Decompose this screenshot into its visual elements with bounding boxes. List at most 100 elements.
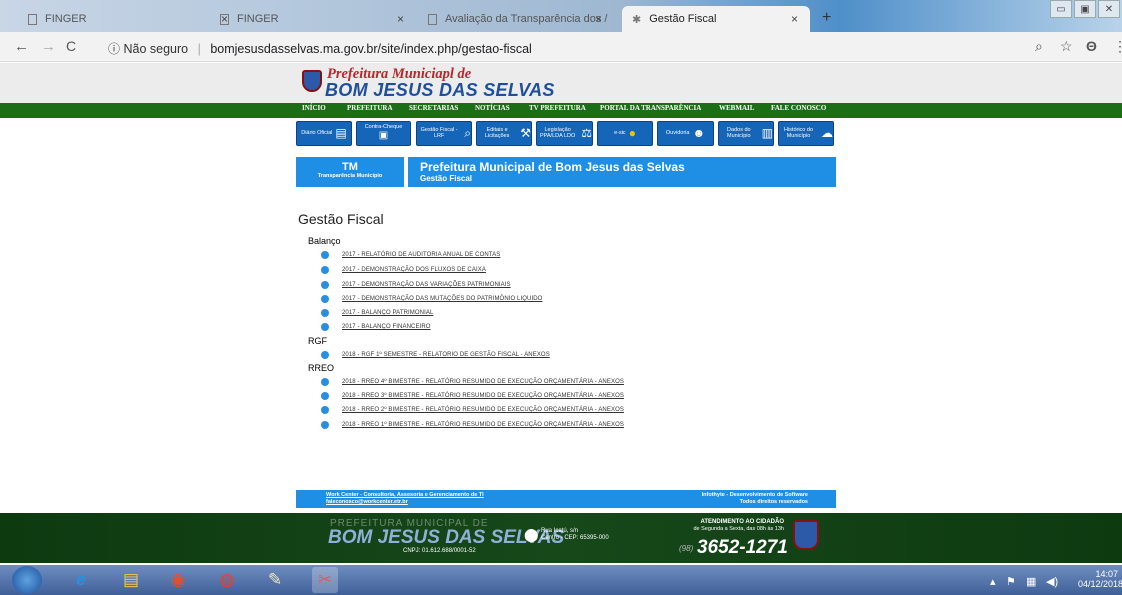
back-icon[interactable]: ← xyxy=(14,38,29,55)
footer-attendance-hours: de Segunda a Sexta, das 08h às 13h xyxy=(693,526,784,532)
list-item[interactable]: 2017 - DEMONSTRAÇÃO DAS MUTAÇÕES DO PATR… xyxy=(321,294,542,304)
list-item[interactable]: 2018 - RREO 4º BIMESTRE - RELATÓRIO RESU… xyxy=(321,377,624,387)
paint-icon[interactable]: ✎ xyxy=(262,567,288,593)
menu-icon[interactable]: ⋮ xyxy=(1113,38,1122,55)
volume-icon[interactable]: ◀) xyxy=(1046,575,1058,588)
clock[interactable]: 14:07 04/12/2018 xyxy=(1078,569,1122,589)
list-item[interactable]: 2017 - DEMONSTRAÇÃO DAS VARIAÇÕES PATRIM… xyxy=(321,280,511,290)
address-bar[interactable]: ⓘ Não seguro | bomjesusdasselvas.ma.gov.… xyxy=(108,40,532,57)
document-link[interactable]: 2018 - RREO 4º BIMESTRE - RELATÓRIO RESU… xyxy=(342,379,624,385)
flag-icon[interactable]: ⚑ xyxy=(1006,575,1016,588)
quick-link-label: Editais e Licitações xyxy=(484,126,510,139)
footer-company-link[interactable]: Work Center - Consultoria, Assesoria e G… xyxy=(326,492,484,498)
network-icon[interactable]: ▦ xyxy=(1026,575,1036,588)
menu-tv-prefeitura[interactable]: TV PREFEITURA xyxy=(529,104,586,112)
quick-link-diario-oficial[interactable]: Diário Oficial ▤ xyxy=(296,121,352,146)
profile-icon[interactable]: Θ xyxy=(1086,38,1097,54)
list-item[interactable]: 2018 - RREO 1º BIMESTRE - RELATÓRIO RESU… xyxy=(321,420,624,430)
quick-link-esic[interactable]: e-sic ● xyxy=(597,121,653,146)
site-logo-line2[interactable]: BOM JESUS DAS SELVAS xyxy=(325,80,555,101)
security-label: Não seguro xyxy=(123,42,189,56)
transparency-logo[interactable]: TM Transparência Município xyxy=(296,157,404,187)
reload-icon[interactable]: C xyxy=(66,38,76,54)
quick-link-ouvidoria[interactable]: Ouvidoria ☻ xyxy=(657,121,714,146)
footer-phone-area: (98) xyxy=(679,544,694,553)
quick-link-legislacao[interactable]: Legislação PPA/LDA LDO ⚖ xyxy=(536,121,593,146)
file-explorer-icon[interactable]: ▤ xyxy=(118,567,144,593)
menu-portal-transparencia[interactable]: PORTAL DA TRANSPARÊNCIA xyxy=(600,104,701,112)
minimize-icon[interactable]: ▭ xyxy=(1050,0,1072,18)
quick-link-contra-cheque[interactable]: Contra-Cheque ▣ xyxy=(356,121,411,146)
close-window-icon[interactable]: ✕ xyxy=(1098,0,1120,18)
info-icon[interactable]: ⓘ xyxy=(108,42,120,56)
browser-tab-1[interactable]: FINGER × xyxy=(18,6,240,32)
search-doc-icon: ⌕ xyxy=(464,126,471,141)
quick-link-label: Histórico do Município xyxy=(783,126,814,139)
list-item[interactable]: 2017 - RELATÓRIO DE AUDITORIA ANUAL DE C… xyxy=(321,250,500,260)
menu-noticias[interactable]: NOTÍCIAS xyxy=(475,104,510,112)
new-tab-button[interactable]: + xyxy=(822,9,831,27)
section-title-balanco: Balanço xyxy=(308,236,341,246)
chat-icon: ☁ xyxy=(821,126,833,141)
close-tab-icon[interactable]: × xyxy=(397,12,404,26)
info-icon: ● xyxy=(628,126,636,141)
document-link[interactable]: 2017 - RELATÓRIO DE AUDITORIA ANUAL DE C… xyxy=(342,252,500,258)
browser-tab-2[interactable]: FINGER × xyxy=(210,6,416,32)
menu-inicio[interactable]: INÍCIO xyxy=(302,104,326,112)
quick-link-editais[interactable]: Editais e Licitações ⚒ xyxy=(476,121,532,146)
document-link[interactable]: 2017 - BALANÇO PATRIMONIAL xyxy=(342,310,433,316)
close-tab-icon[interactable]: × xyxy=(791,12,798,26)
document-icon xyxy=(428,13,437,25)
tray-expand-icon[interactable]: ▴ xyxy=(990,575,996,588)
menu-webmail[interactable]: WEBMAIL xyxy=(719,104,754,112)
section-title-rreo: RREO xyxy=(308,363,335,373)
quick-link-historico[interactable]: Histórico do Município ☁ xyxy=(778,121,834,146)
document-link[interactable]: 2018 - RREO 3º BIMESTRE - RELATÓRIO RESU… xyxy=(342,393,624,399)
list-item[interactable]: 2017 - DEMONSTRAÇÃO DOS FLUXOS DE CAIXA xyxy=(321,265,486,275)
list-item[interactable]: 2018 - RREO 2º BIMESTRE - RELATÓRIO RESU… xyxy=(321,405,624,415)
tab-title: FINGER xyxy=(237,13,279,25)
download-icon xyxy=(321,323,329,331)
browser-tab-3[interactable]: Avaliação da Transparência dos / × xyxy=(418,6,614,32)
internet-explorer-icon[interactable]: e xyxy=(68,567,94,593)
download-icon xyxy=(321,309,329,317)
document-icon xyxy=(220,13,229,25)
menu-prefeitura[interactable]: PREFEITURA xyxy=(347,104,393,112)
download-icon xyxy=(321,251,329,259)
download-icon xyxy=(321,378,329,386)
quick-link-dados-municipio[interactable]: Dados do Município ▥ xyxy=(718,121,774,146)
list-item[interactable]: 2018 - RGF 1º SEMESTRE - RELATORIO DE GE… xyxy=(321,350,550,360)
forward-icon[interactable]: → xyxy=(41,38,56,55)
list-item[interactable]: 2017 - BALANÇO PATRIMONIAL xyxy=(321,308,433,318)
download-icon xyxy=(321,351,329,359)
download-icon xyxy=(321,266,329,274)
snipping-tool-icon[interactable]: ✂ xyxy=(312,567,338,593)
bookmark-star-icon[interactable]: ☆ xyxy=(1060,38,1073,55)
document-link[interactable]: 2017 - DEMONSTRAÇÃO DOS FLUXOS DE CAIXA xyxy=(342,267,486,273)
footer-attendance-title: ATENDIMENTO AO CIDADÃO xyxy=(700,519,784,525)
clock-time: 14:07 xyxy=(1095,569,1118,579)
document-link[interactable]: 2017 - BALANÇO FINANCEIRO xyxy=(342,324,431,330)
document-link[interactable]: 2017 - DEMONSTRAÇÃO DAS VARIAÇÕES PATRIM… xyxy=(342,282,511,288)
maximize-icon[interactable]: ▣ xyxy=(1074,0,1096,18)
document-link[interactable]: 2018 - RREO 1º BIMESTRE - RELATÓRIO RESU… xyxy=(342,422,624,428)
footer-email-link[interactable]: faleconosco@workcenter.etr.br xyxy=(326,499,408,505)
list-item[interactable]: 2017 - BALANÇO FINANCEIRO xyxy=(321,322,431,332)
tm-subtitle: Transparência Município xyxy=(317,173,383,179)
money-icon: ▣ xyxy=(378,130,389,142)
menu-fale-conosco[interactable]: FALE CONOSCO xyxy=(771,104,826,112)
zoom-icon[interactable]: ⌕ xyxy=(1035,38,1043,55)
document-link[interactable]: 2018 - RREO 2º BIMESTRE - RELATÓRIO RESU… xyxy=(342,407,624,413)
chrome-icon[interactable]: ◍ xyxy=(214,567,240,593)
browser-tab-active[interactable]: ✱ Gestão Fiscal × xyxy=(622,6,810,32)
document-link[interactable]: 2017 - DEMONSTRAÇÃO DAS MUTAÇÕES DO PATR… xyxy=(342,296,542,302)
quick-link-gestao-fiscal[interactable]: Gestão Fiscal - LRF ⌕ xyxy=(416,121,472,146)
document-link[interactable]: 2018 - RGF 1º SEMESTRE - RELATORIO DE GE… xyxy=(342,352,550,358)
media-player-icon[interactable]: ◉ xyxy=(165,567,191,593)
start-button-icon[interactable] xyxy=(12,566,42,594)
scales-icon: ⚖ xyxy=(581,126,592,141)
close-tab-icon[interactable]: × xyxy=(595,12,602,26)
quick-link-label: e-sic xyxy=(614,129,626,136)
list-item[interactable]: 2018 - RREO 3º BIMESTRE - RELATÓRIO RESU… xyxy=(321,391,624,401)
menu-secretarias[interactable]: SECRETARIAS xyxy=(409,104,458,112)
